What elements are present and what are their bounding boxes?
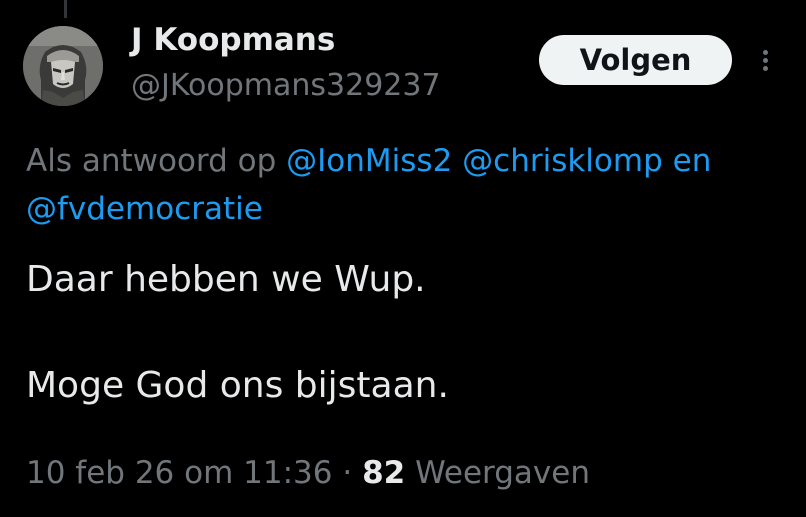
reply-context-prefix: Als antwoord op	[26, 143, 277, 179]
view-count: 82	[362, 455, 406, 491]
reply-context: Als antwoord op @IonMiss2 @chrisklomp en…	[26, 137, 796, 233]
bust-statue-avatar-icon	[23, 26, 103, 106]
author-handle[interactable]: @JKoopmans329237	[131, 66, 441, 106]
tweet-meta: 10 feb 26 om 11:36 · 82 Weergaven	[26, 451, 590, 495]
mention-link[interactable]: @IonMiss2	[286, 143, 452, 179]
follow-button[interactable]: Volgen	[539, 35, 732, 85]
mention-link[interactable]: @fvdemocratie	[26, 191, 263, 227]
tweet-text-line: Moge God ons bijstaan.	[26, 365, 449, 406]
thread-connector-line	[64, 0, 67, 18]
tweet-timestamp[interactable]: 10 feb 26 om 11:36	[26, 455, 332, 491]
meta-separator: ·	[342, 455, 353, 491]
tweet-text: Daar hebben we Wup. Moge God ons bijstaa…	[26, 257, 786, 409]
avatar[interactable]	[23, 26, 103, 106]
mention-link[interactable]: @chrisklomp	[462, 143, 663, 179]
author-display-name[interactable]: J Koopmans	[131, 20, 335, 60]
more-options-button[interactable]	[752, 40, 780, 80]
tweet-text-line: Daar hebben we Wup.	[26, 259, 426, 300]
mention-conjunction[interactable]: en	[673, 143, 712, 179]
view-label: Weergaven	[415, 455, 590, 491]
